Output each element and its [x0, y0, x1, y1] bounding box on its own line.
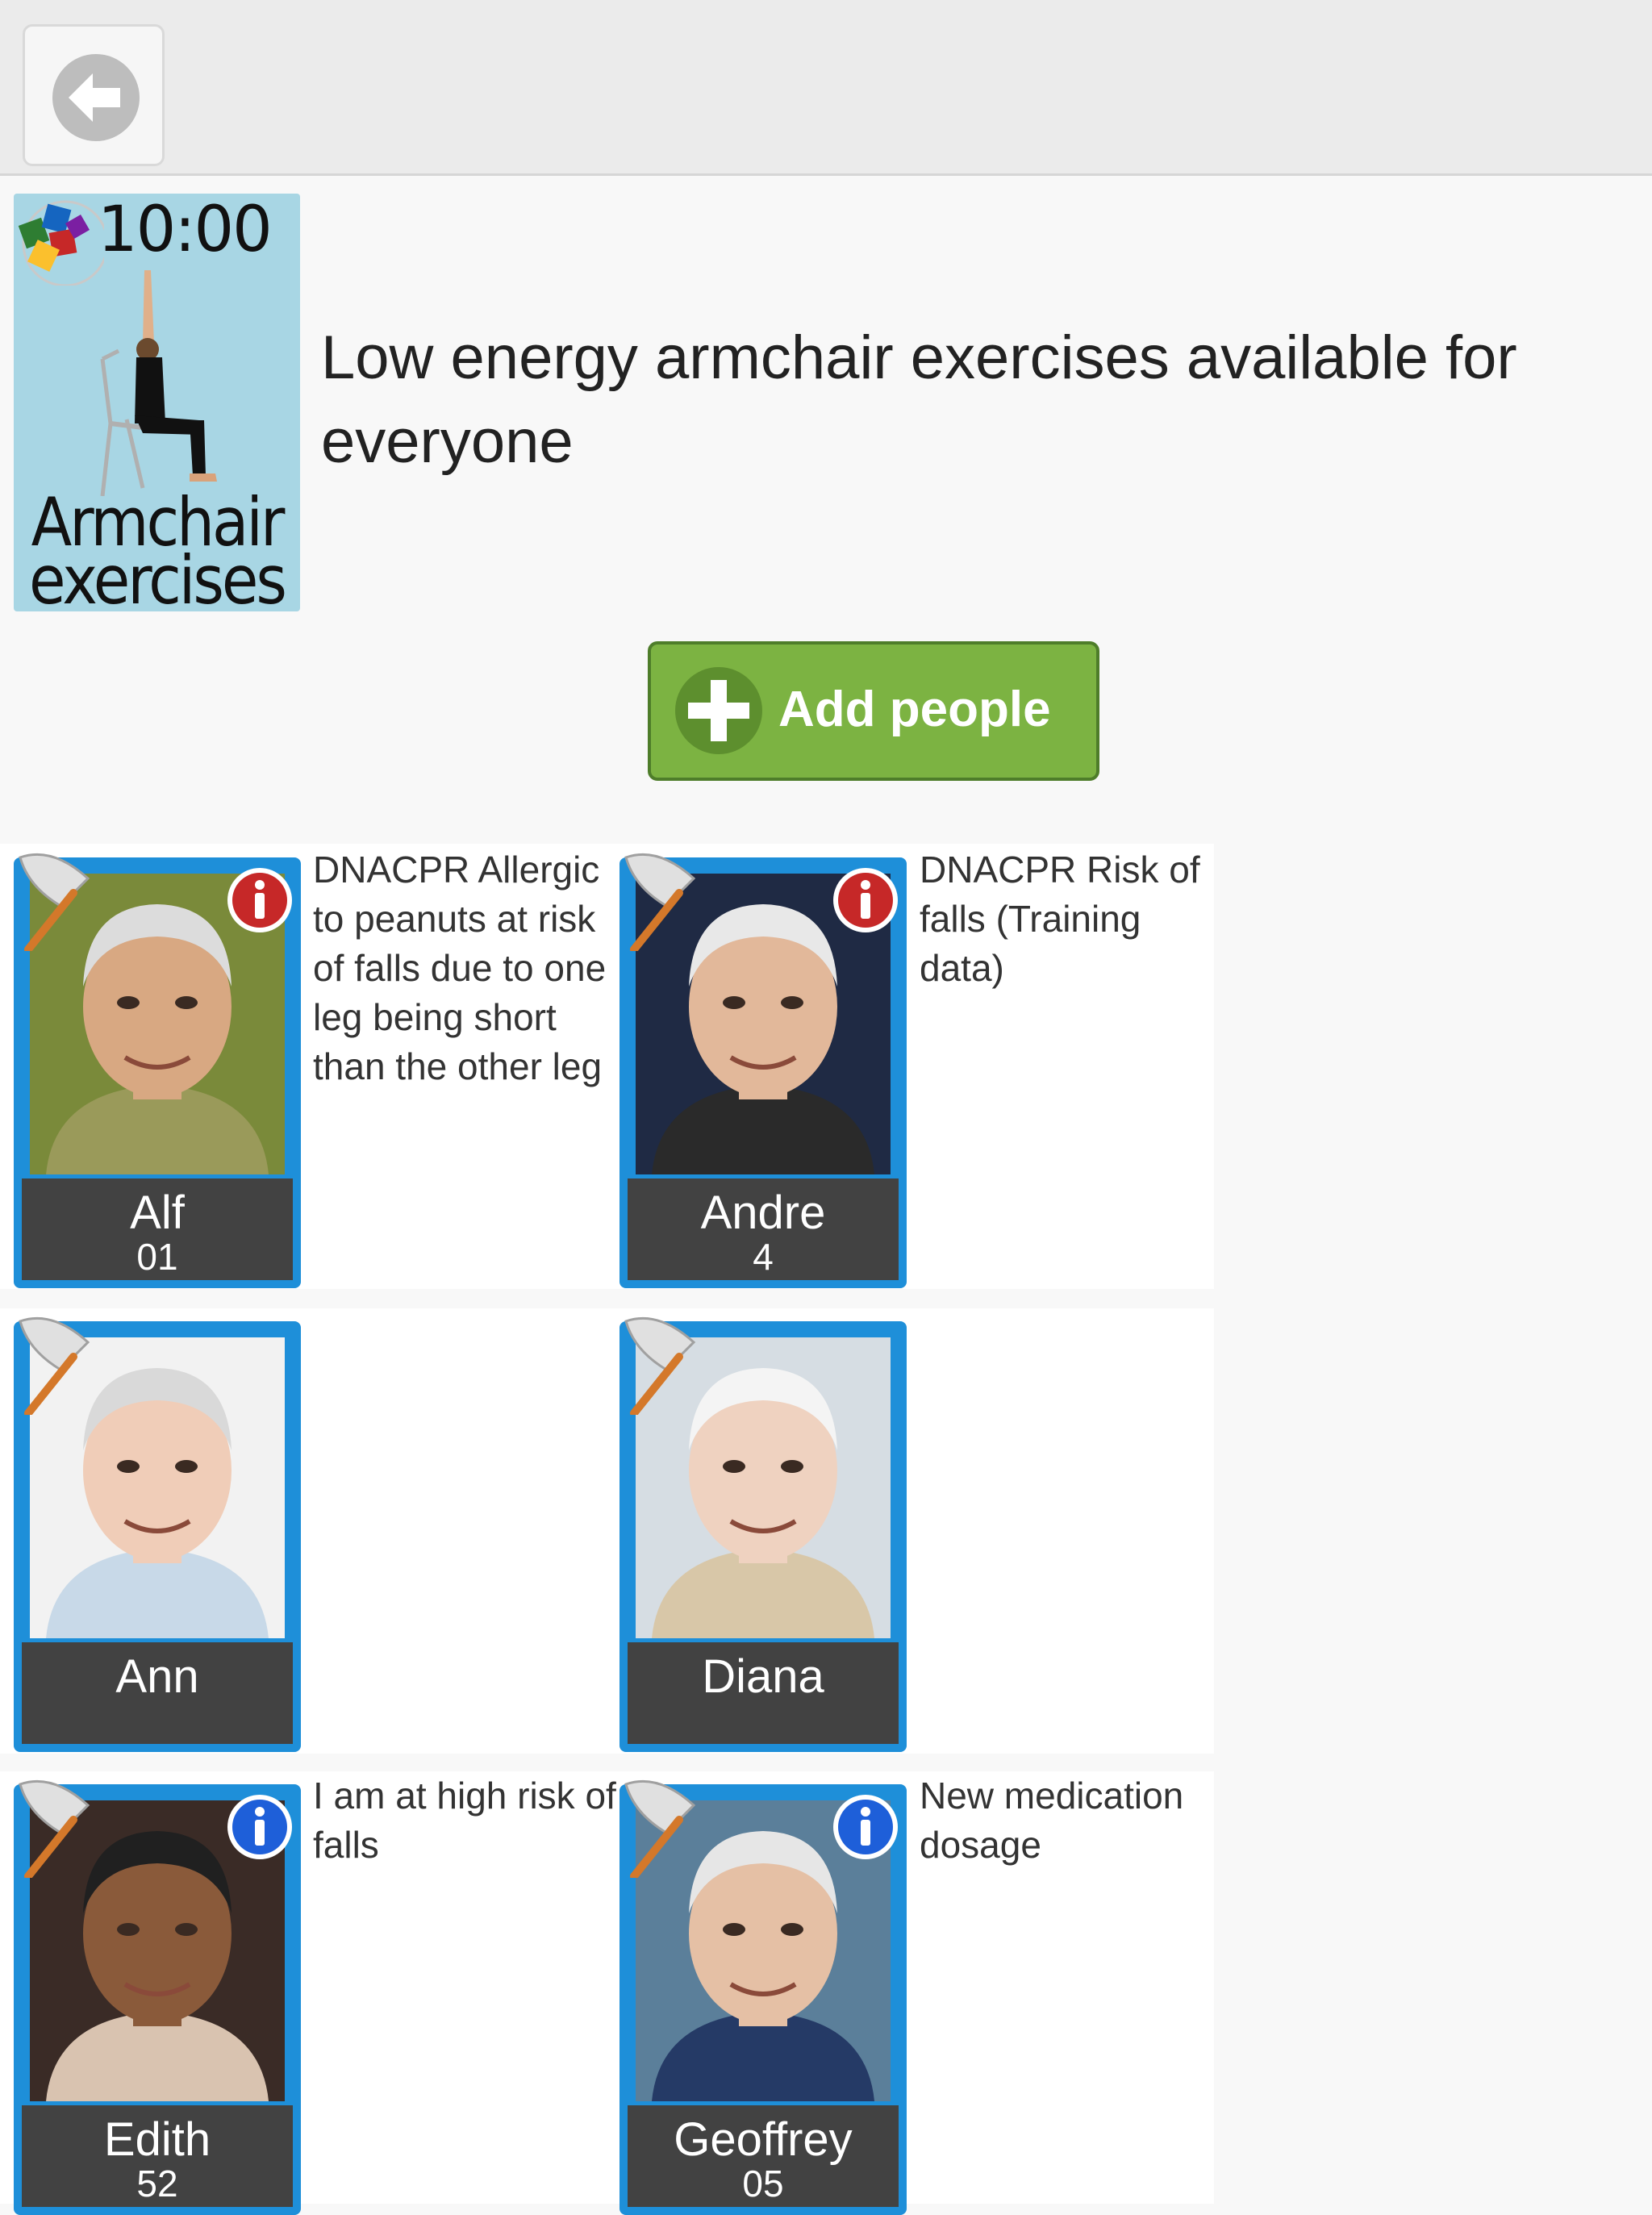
person-card-diana[interactable]: Diana: [620, 1316, 907, 1752]
info-icon[interactable]: [831, 1792, 900, 1862]
back-button[interactable]: [23, 24, 165, 166]
person-name: Edith: [103, 2113, 211, 2166]
add-people-button[interactable]: Add people: [648, 641, 1099, 781]
top-toolbar: [0, 0, 1652, 176]
person-card-ann[interactable]: Ann: [14, 1316, 301, 1752]
activity-description: Low energy armchair exercises available …: [321, 323, 1517, 476]
armchair-exercise-figure: [100, 270, 217, 496]
activity-time: 10:00: [98, 194, 273, 266]
pin-icon: [19, 1779, 90, 1878]
info-icon[interactable]: [225, 1792, 294, 1862]
person-note: DNACPR Allergic to peanuts at risk of fa…: [313, 849, 607, 1087]
person-nameplate: Diana: [628, 1642, 899, 1744]
person-nameplate: Edith 52: [22, 2105, 293, 2207]
person-card-andre[interactable]: Andre 4: [620, 853, 907, 1288]
person-number: 01: [136, 1236, 178, 1278]
person-name: Andre: [700, 1187, 826, 1239]
person-note: New medication dosage: [920, 1775, 1184, 1866]
pin-icon: [19, 1316, 90, 1415]
info-icon[interactable]: [225, 866, 294, 935]
puzzle-icon: [18, 200, 104, 286]
person-number: 52: [136, 2163, 178, 2205]
back-arrow-icon: [52, 54, 140, 141]
person-card-alf[interactable]: Alf 01: [14, 853, 301, 1288]
person-number: 05: [742, 2163, 784, 2205]
add-people-label: Add people: [778, 682, 1051, 737]
person-note: I am at high risk of falls: [313, 1775, 616, 1866]
person-card-edith[interactable]: Edith 52: [14, 1779, 301, 2215]
person-name: Alf: [130, 1187, 185, 1239]
activity-tile-label: Armchair exercises: [29, 484, 287, 611]
person-nameplate: Alf 01: [22, 1178, 293, 1280]
person-number: 4: [753, 1236, 774, 1278]
person-nameplate: Andre 4: [628, 1178, 899, 1280]
plus-circle-icon: [675, 667, 762, 754]
person-nameplate: Ann: [22, 1642, 293, 1744]
person-nameplate: Geoffrey 05: [628, 2105, 899, 2207]
person-name: Diana: [702, 1650, 824, 1703]
person-card-geoffrey[interactable]: Geoffrey 05: [620, 1779, 907, 2215]
person-name: Ann: [115, 1650, 199, 1703]
pin-icon: [19, 853, 90, 951]
person-note: DNACPR Risk of falls (Training data): [920, 849, 1200, 989]
pin-icon: [624, 1779, 696, 1878]
pin-icon: [624, 853, 696, 951]
pin-icon: [624, 1316, 696, 1415]
activity-tile: 10:00 Armchair exercises: [14, 194, 300, 611]
info-icon[interactable]: [831, 866, 900, 935]
person-name: Geoffrey: [674, 2113, 853, 2166]
